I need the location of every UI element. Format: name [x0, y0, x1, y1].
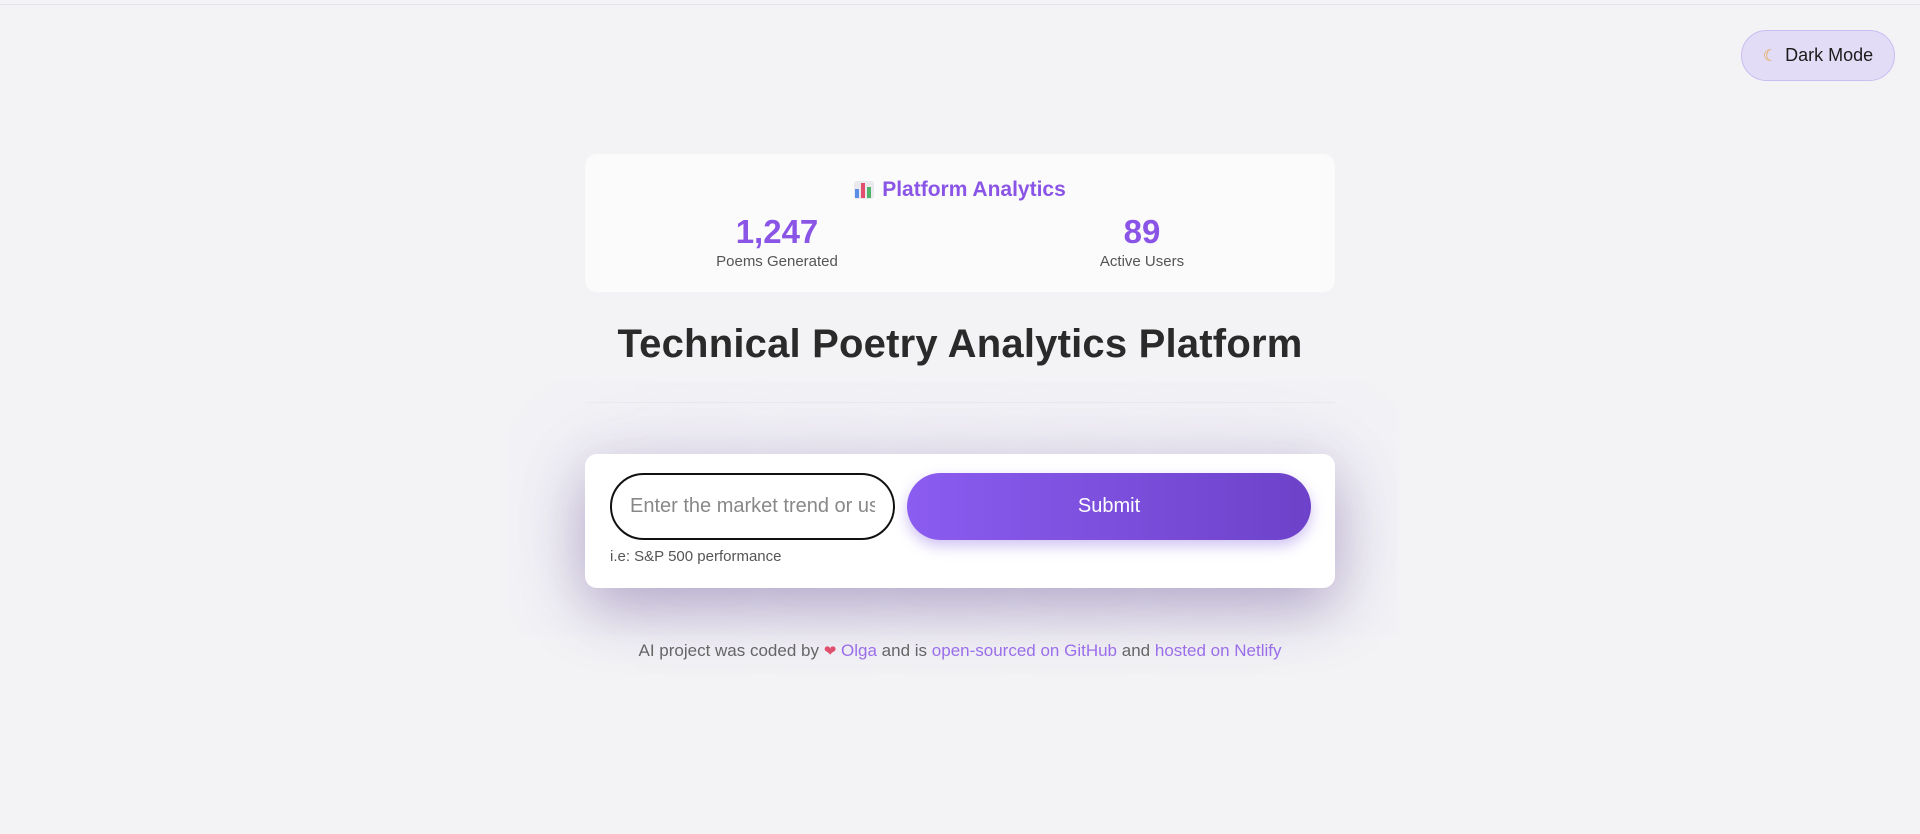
footer: AI project was coded by ❤ Olga and is op… [585, 641, 1335, 661]
github-link[interactable]: open-sourced on GitHub [932, 641, 1117, 660]
heart-icon: ❤ [823, 643, 837, 660]
analytics-title: Platform Analytics [882, 178, 1066, 201]
footer-middle-2: and [1121, 641, 1151, 660]
prompt-form: Submit i.e: S&P 500 performance [585, 454, 1335, 588]
page-title: Technical Poetry Analytics Platform [617, 322, 1303, 366]
stat-poems-generated: 1,247 Poems Generated [652, 213, 902, 271]
dark-mode-label: Dark Mode [1785, 45, 1874, 65]
netlify-link[interactable]: hosted on Netlify [1155, 641, 1282, 660]
bar-chart-icon [854, 181, 875, 199]
input-hint: i.e: S&P 500 performance [610, 548, 782, 565]
stat-label: Active Users [1099, 253, 1185, 271]
top-border [0, 0, 1920, 5]
author-link[interactable]: Olga [841, 641, 877, 660]
divider [585, 402, 1335, 403]
analytics-card: Platform Analytics 1,247 Poems Generated… [585, 154, 1335, 292]
moon-icon: ☾ [1762, 47, 1778, 65]
stat-value: 89 [1123, 213, 1161, 250]
analytics-header: Platform Analytics [585, 178, 1335, 202]
stat-active-users: 89 Active Users [1017, 213, 1267, 271]
stat-value: 1,247 [735, 213, 819, 250]
footer-middle-1: and is [881, 641, 928, 660]
submit-button[interactable]: Submit [907, 473, 1311, 540]
trend-input[interactable] [610, 473, 895, 540]
dark-mode-toggle[interactable]: ☾ Dark Mode [1741, 30, 1895, 81]
footer-prefix: AI project was coded by [638, 641, 819, 660]
stat-label: Poems Generated [716, 253, 838, 271]
